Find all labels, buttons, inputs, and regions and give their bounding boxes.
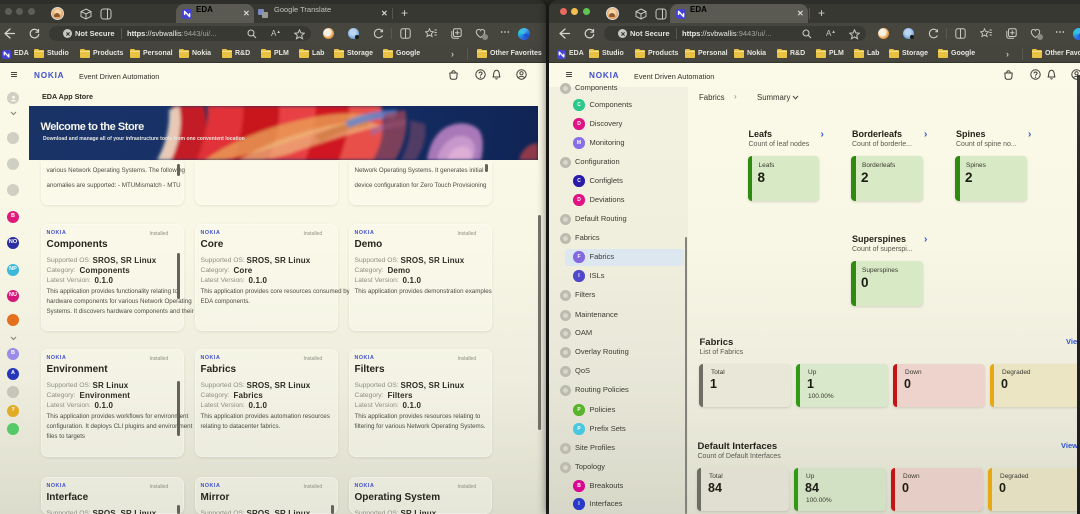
svg-text:NOKIA: NOKIA xyxy=(34,71,64,79)
svg-text:NOKIA: NOKIA xyxy=(589,71,619,79)
